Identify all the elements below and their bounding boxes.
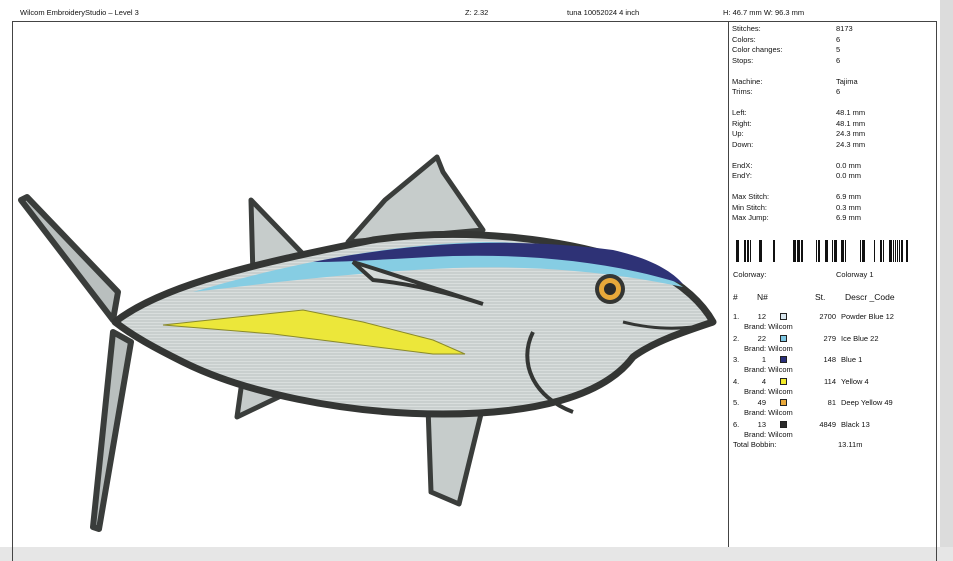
- color-swatch: [780, 377, 787, 385]
- color-number: 13: [757, 419, 766, 429]
- stat-value: 0.3 mm: [836, 202, 862, 212]
- stat-label: Machine:: [732, 76, 763, 86]
- total-bobbin-label: Total Bobbin:: [733, 440, 777, 449]
- color-index: 1.: [733, 312, 740, 321]
- stat-label: EndY:: [732, 171, 753, 180]
- zoom-readout: Z: 2.32: [465, 8, 489, 17]
- stat-label: Max Jump:: [732, 213, 769, 222]
- color-brand: Brand: Wilcom: [744, 429, 793, 439]
- stat-label: Stops:: [732, 55, 754, 65]
- stat-label: Up:: [732, 129, 744, 138]
- stat-value: 48.1 mm: [836, 108, 866, 117]
- col-descr: Descr _Code: [845, 292, 895, 302]
- stat-value: Tajima: [836, 76, 858, 86]
- colorway-label: Colorway:: [733, 270, 767, 279]
- stat-value: 6: [836, 34, 841, 44]
- sheet-header: Wilcom EmbroideryStudio – Level 3 Z: 2.3…: [12, 5, 938, 21]
- stat-label: Left:: [732, 108, 747, 117]
- stat-label: EndX:: [732, 160, 753, 170]
- col-stitches: St.: [815, 292, 826, 302]
- color-name: Blue 1: [841, 355, 863, 364]
- color-stitches: 81: [827, 398, 836, 407]
- stat-label: Down:: [732, 139, 754, 149]
- colorway-value: Colorway 1: [836, 270, 874, 279]
- color-brand: Brand: Wilcom: [744, 365, 793, 374]
- col-index: #: [733, 292, 738, 302]
- app-title: Wilcom EmbroideryStudio – Level 3: [20, 8, 139, 17]
- pelvic-fin: [425, 404, 484, 507]
- window-edge: [940, 0, 953, 547]
- design-preview: [13, 22, 729, 547]
- color-brand: Brand: Wilcom: [744, 386, 793, 396]
- stat-label: Min Stitch:: [732, 202, 768, 212]
- color-stitches: 279: [823, 333, 836, 343]
- stat-value: 24.3 mm: [836, 129, 866, 138]
- stat-value: 6: [836, 55, 841, 65]
- color-name: Yellow 4: [841, 376, 869, 386]
- color-number: 4: [761, 376, 766, 386]
- stat-value: 48.1 mm: [836, 118, 866, 128]
- stat-value: 6.9 mm: [836, 192, 862, 201]
- color-index: 3.: [733, 355, 740, 364]
- design-barcode: [736, 240, 908, 262]
- stat-value: 24.3 mm: [836, 139, 866, 149]
- color-brand: Brand: Wilcom: [744, 322, 793, 331]
- color-number: 49: [757, 398, 766, 407]
- color-stitches: 2700: [819, 312, 836, 321]
- col-number: N#: [757, 292, 768, 302]
- tuna-embroidery-artwork: [18, 154, 717, 532]
- color-brand: Brand: Wilcom: [744, 343, 793, 353]
- color-index: 5.: [733, 398, 740, 407]
- color-index: 4.: [733, 376, 740, 386]
- stat-value: 6: [836, 87, 841, 96]
- stat-label: Right:: [732, 118, 752, 128]
- color-stitches: 148: [823, 355, 836, 364]
- stat-label: Max Stitch:: [732, 192, 770, 201]
- color-index: 2.: [733, 333, 740, 343]
- stat-value: 6.9 mm: [836, 213, 862, 222]
- stat-value: 5: [836, 45, 841, 54]
- color-name: Deep Yellow 49: [841, 398, 893, 407]
- tail-fin: [18, 194, 121, 323]
- color-number: 12: [757, 312, 766, 321]
- color-stitches: 4849: [819, 419, 836, 429]
- design-name: tuna 10052024 4 inch: [567, 8, 640, 17]
- color-swatch: [780, 420, 787, 428]
- color-number: 1: [761, 355, 766, 364]
- design-size: H: 46.7 mm W: 96.3 mm: [723, 8, 805, 17]
- stat-label: Color changes:: [732, 45, 783, 54]
- color-index: 6.: [733, 419, 740, 429]
- color-name: Powder Blue 12: [841, 312, 894, 321]
- color-name: Black 13: [841, 419, 870, 429]
- color-brand: Brand: Wilcom: [744, 408, 793, 417]
- total-bobbin-value: 13.11m: [838, 440, 863, 449]
- color-stitches: 114: [824, 376, 836, 386]
- color-swatch: [780, 356, 787, 363]
- color-swatch: [780, 313, 787, 320]
- stat-value: 0.0 mm: [836, 160, 862, 170]
- stat-label: Stitches:: [732, 24, 761, 33]
- stat-value: 0.0 mm: [836, 171, 862, 180]
- color-name: Ice Blue 22: [841, 333, 879, 343]
- stat-label: Colors:: [732, 34, 756, 44]
- color-swatch: [780, 399, 787, 406]
- stat-value: 8173: [836, 24, 853, 33]
- color-number: 22: [757, 333, 766, 343]
- stat-label: Trims:: [732, 87, 753, 96]
- color-swatch: [780, 334, 787, 342]
